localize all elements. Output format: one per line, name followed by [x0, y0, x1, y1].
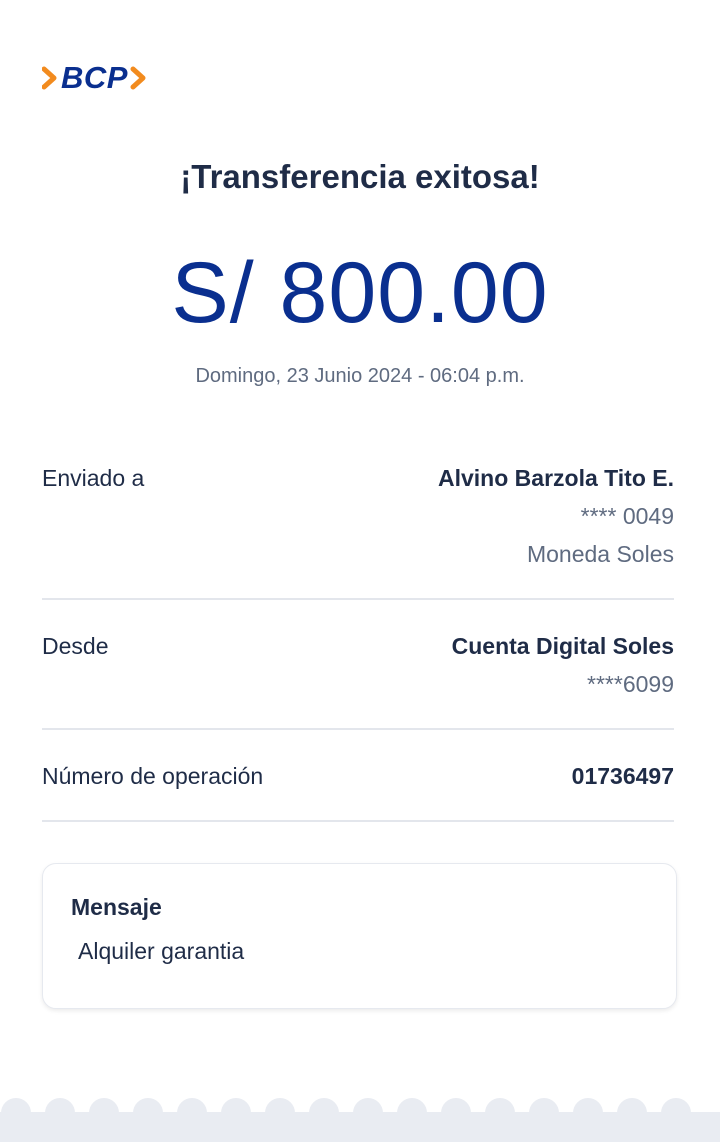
source-account-number: ****6099	[587, 671, 674, 697]
recipient-name: Alvino Barzola Tito E.	[438, 465, 674, 491]
operation-label: Número de operación	[42, 763, 264, 789]
message-card: Mensaje Alquiler garantia	[42, 863, 677, 1009]
logo-text: BCP	[61, 60, 128, 95]
receipt-scallop-edge	[0, 1098, 720, 1142]
bcp-logo: BCP	[42, 60, 147, 96]
from-label: Desde	[42, 633, 109, 659]
page-title: ¡Transferencia exitosa!	[180, 158, 540, 195]
divider	[42, 728, 674, 730]
sent-to-label: Enviado a	[42, 465, 145, 491]
from-row: Desde Cuenta Digital Soles ****6099	[42, 627, 674, 703]
divider	[42, 820, 674, 822]
transfer-datetime: Domingo, 23 Junio 2024 - 06:04 p.m.	[195, 365, 525, 387]
operation-values: 01736497	[572, 757, 674, 795]
message-title: Mensaje	[71, 894, 162, 920]
operation-number: 01736497	[571, 763, 674, 789]
message-body: Alquiler garantia	[78, 938, 245, 964]
sent-to-row: Enviado a Alvino Barzola Tito E. **** 00…	[42, 459, 674, 573]
sent-to-values: Alvino Barzola Tito E. **** 0049 Moneda …	[438, 459, 674, 573]
recipient-currency: Moneda Soles	[526, 541, 674, 567]
operation-row: Número de operación 01736497	[42, 757, 674, 795]
from-values: Cuenta Digital Soles ****6099	[452, 627, 674, 703]
source-account-name: Cuenta Digital Soles	[451, 633, 674, 659]
transfer-amount: S/ 800.00	[171, 245, 549, 341]
transfer-receipt: BCP ¡Transferencia exitosa! S/ 800.00 Do…	[0, 0, 720, 1142]
chevron-right-icon	[42, 66, 60, 90]
chevron-right-icon	[129, 66, 147, 90]
recipient-account: **** 0049	[580, 503, 674, 529]
divider	[42, 598, 674, 600]
